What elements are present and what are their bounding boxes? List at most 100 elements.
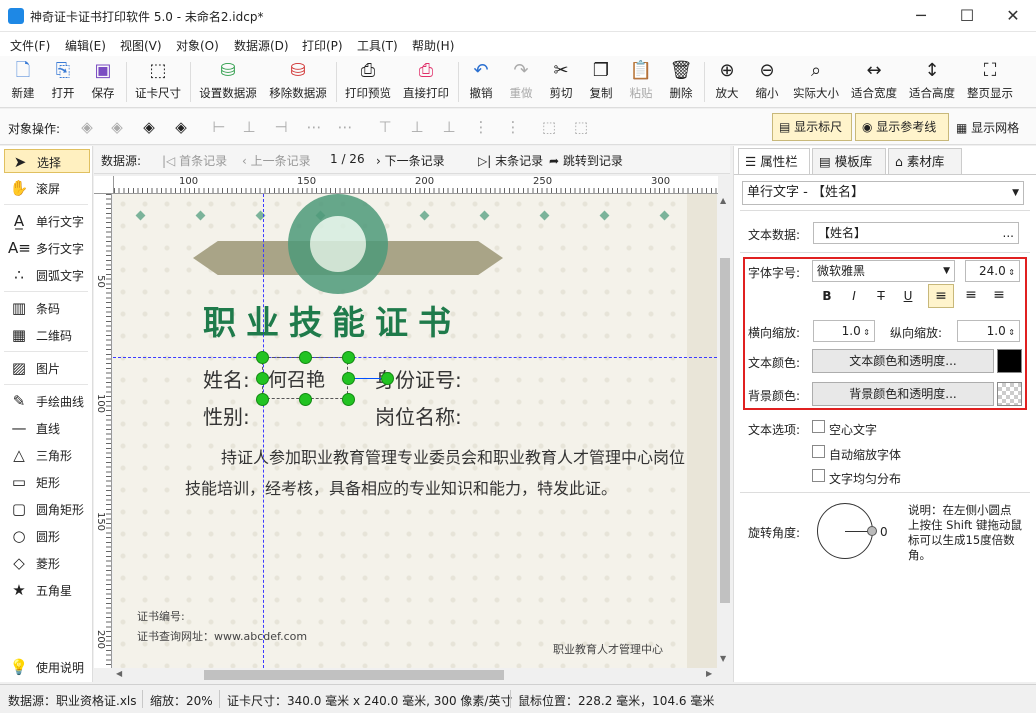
rotate-handle[interactable] — [381, 372, 394, 385]
name-label[interactable]: 姓名: — [203, 364, 250, 393]
rotation-dial[interactable] — [817, 503, 877, 559]
distribute-checkbox[interactable] — [812, 469, 825, 482]
align-center-icon[interactable]: ⊥ — [240, 118, 258, 136]
tool-freehand[interactable]: ✎ 手绘曲线 — [4, 389, 90, 413]
resize-handle-w[interactable] — [256, 372, 269, 385]
bg-color-button[interactable]: 背景颜色和透明度... — [812, 382, 994, 406]
vscale-stepper[interactable]: 1.0 ⇕ — [957, 320, 1020, 342]
gender-label[interactable]: 性别: — [203, 401, 250, 430]
resize-handle-n[interactable] — [299, 351, 312, 364]
scroll-right-icon[interactable]: ▶ — [706, 669, 712, 678]
tool-single-text[interactable]: A̲ 单行文字 — [4, 209, 90, 233]
strikethrough-button[interactable]: T — [872, 286, 890, 306]
align-left-icon[interactable]: ⊢ — [210, 118, 228, 136]
tool-line[interactable]: — 直线 — [4, 416, 90, 440]
layer-up-icon[interactable]: ◈ — [78, 118, 96, 136]
align-middle-icon[interactable]: ⊥ — [408, 118, 426, 136]
align-right-text-button[interactable]: ≡ — [986, 284, 1012, 308]
fit-page-button[interactable]: ⛶ 整页显示 — [964, 59, 1016, 105]
layers-top-icon[interactable]: ◈ — [140, 118, 158, 136]
menu-view[interactable]: 视图(V) — [120, 37, 162, 54]
resize-handle-ne[interactable] — [342, 351, 355, 364]
cut-button[interactable]: ✂ 剪切 — [544, 59, 578, 105]
zoom-in-button[interactable]: ⊕ 放大 — [710, 59, 744, 105]
show-grid-toggle[interactable]: ▦ 显示网格 — [956, 119, 1019, 136]
hollow-text-checkbox[interactable] — [812, 420, 825, 433]
vertical-scroll-thumb[interactable] — [720, 258, 730, 603]
text-color-swatch[interactable] — [997, 349, 1022, 373]
delete-button[interactable]: 🗑 删除 — [664, 59, 698, 105]
bold-button[interactable]: B — [818, 286, 836, 306]
horizontal-scroll-thumb[interactable] — [204, 670, 504, 680]
new-button[interactable]: 🗋 新建 — [6, 59, 40, 105]
align-top-icon[interactable]: ⊤ — [376, 118, 394, 136]
align-center-text-button[interactable]: ≡ — [958, 284, 984, 308]
distribute-v-icon[interactable]: ⋮ — [472, 118, 490, 136]
horizontal-guide[interactable] — [113, 357, 717, 358]
show-ruler-toggle[interactable]: ▤ 显示标尺 — [772, 113, 852, 141]
tab-properties[interactable]: ☰ 属性栏 — [738, 148, 810, 174]
hscale-stepper[interactable]: 1.0 ⇕ — [813, 320, 875, 342]
tool-qrcode[interactable]: ▦ 二维码 — [4, 323, 90, 347]
tool-select[interactable]: ➤ 选择 — [4, 149, 90, 173]
first-record-button[interactable]: |◁ 首条记录 — [162, 152, 227, 169]
autoscale-checkbox[interactable] — [812, 445, 825, 458]
bg-color-swatch[interactable] — [997, 382, 1022, 406]
menu-object[interactable]: 对象(O) — [176, 37, 219, 54]
tool-image[interactable]: ▨ 图片 — [4, 356, 90, 380]
cert-no-label[interactable]: 证书编号: — [137, 608, 185, 624]
layers-bottom-icon[interactable]: ◈ — [172, 118, 190, 136]
resize-handle-s[interactable] — [299, 393, 312, 406]
align-left-text-button[interactable]: ≡ — [928, 284, 954, 308]
text-data-field[interactable]: 【姓名】... — [813, 222, 1019, 244]
tool-triangle[interactable]: △ 三角形 — [4, 443, 90, 467]
tool-round-rect[interactable]: ▢ 圆角矩形 — [4, 497, 90, 521]
ungroup-icon[interactable]: ⬚ — [572, 118, 590, 136]
object-select[interactable]: 单行文字 - 【姓名】 ▼ — [742, 181, 1024, 205]
space-h-icon[interactable]: ⋯ — [336, 118, 354, 136]
tool-scroll[interactable]: ✋ 滚屏 — [4, 176, 90, 200]
design-canvas[interactable]: 职业技能证书 姓名: 何召艳 身份证号: 性别: 岗位名称: 持证人参加职业教育… — [113, 194, 717, 668]
direct-print-button[interactable]: ⎙ 直接打印 — [400, 59, 452, 105]
query-url-label[interactable]: 证书查询网址：www.abcdef.com — [137, 628, 307, 644]
horizontal-scrollbar[interactable]: ◀ ▶ — [114, 668, 718, 682]
scroll-left-icon[interactable]: ◀ — [116, 669, 122, 678]
tool-barcode[interactable]: ▥ 条码 — [4, 296, 90, 320]
save-button[interactable]: ▣ 保存 — [86, 59, 120, 105]
print-preview-button[interactable]: ⎙ 打印预览 — [342, 59, 394, 105]
close-button[interactable]: ✕ — [990, 0, 1036, 32]
card-size-button[interactable]: ⬚ 证卡尺寸 — [132, 59, 184, 105]
tab-templates[interactable]: ▤ 模板库 — [812, 148, 886, 174]
goto-record-button[interactable]: ➦ 跳转到记录 — [549, 152, 623, 169]
next-record-button[interactable]: › 下一条记录 — [376, 152, 445, 169]
font-family-select[interactable]: 微软雅黑 ▼ — [812, 260, 955, 282]
menu-datasource[interactable]: 数据源(D) — [234, 37, 289, 54]
tab-materials[interactable]: ⌂ 素材库 — [888, 148, 962, 174]
underline-button[interactable]: U — [899, 286, 917, 306]
menu-file[interactable]: 文件(F) — [10, 37, 50, 54]
show-guides-toggle[interactable]: ◉ 显示参考线 — [855, 113, 949, 141]
resize-handle-nw[interactable] — [256, 351, 269, 364]
position-label[interactable]: 岗位名称: — [375, 401, 462, 430]
italic-button[interactable]: I — [845, 286, 863, 306]
prev-record-button[interactable]: ‹ 上一条记录 — [242, 152, 311, 169]
fit-width-button[interactable]: ↔ 适合宽度 — [848, 59, 900, 105]
menu-edit[interactable]: 编辑(E) — [65, 37, 106, 54]
certificate-paragraph[interactable]: 持证人参加职业教育管理专业委员会和职业教育人才管理中心岗位技能培训，经考核，具备… — [185, 442, 685, 504]
distribute-h-icon[interactable]: ⋯ — [305, 118, 323, 136]
tool-circle[interactable]: ○ 圆形 — [4, 524, 90, 548]
vertical-guide[interactable] — [263, 194, 264, 668]
remove-datasource-button[interactable]: ⛁ 移除数据源 — [266, 59, 330, 105]
last-record-button[interactable]: ▷| 末条记录 — [478, 152, 543, 169]
tool-diamond[interactable]: ◇ 菱形 — [4, 551, 90, 575]
tool-rect[interactable]: ▭ 矩形 — [4, 470, 90, 494]
redo-button[interactable]: ↷ 重做 — [504, 59, 538, 105]
vertical-scrollbar[interactable]: ▲ ▼ — [718, 194, 732, 668]
tool-arc-text[interactable]: ∴ 圆弧文字 — [4, 263, 90, 287]
resize-handle-e[interactable] — [342, 372, 355, 385]
menu-print[interactable]: 打印(P) — [302, 37, 343, 54]
maximize-button[interactable]: ☐ — [944, 0, 990, 32]
zoom-out-button[interactable]: ⊖ 缩小 — [750, 59, 784, 105]
paste-button[interactable]: 📋 粘贴 — [624, 59, 658, 105]
issuer-label[interactable]: 职业教育人才管理中心 — [553, 641, 663, 657]
